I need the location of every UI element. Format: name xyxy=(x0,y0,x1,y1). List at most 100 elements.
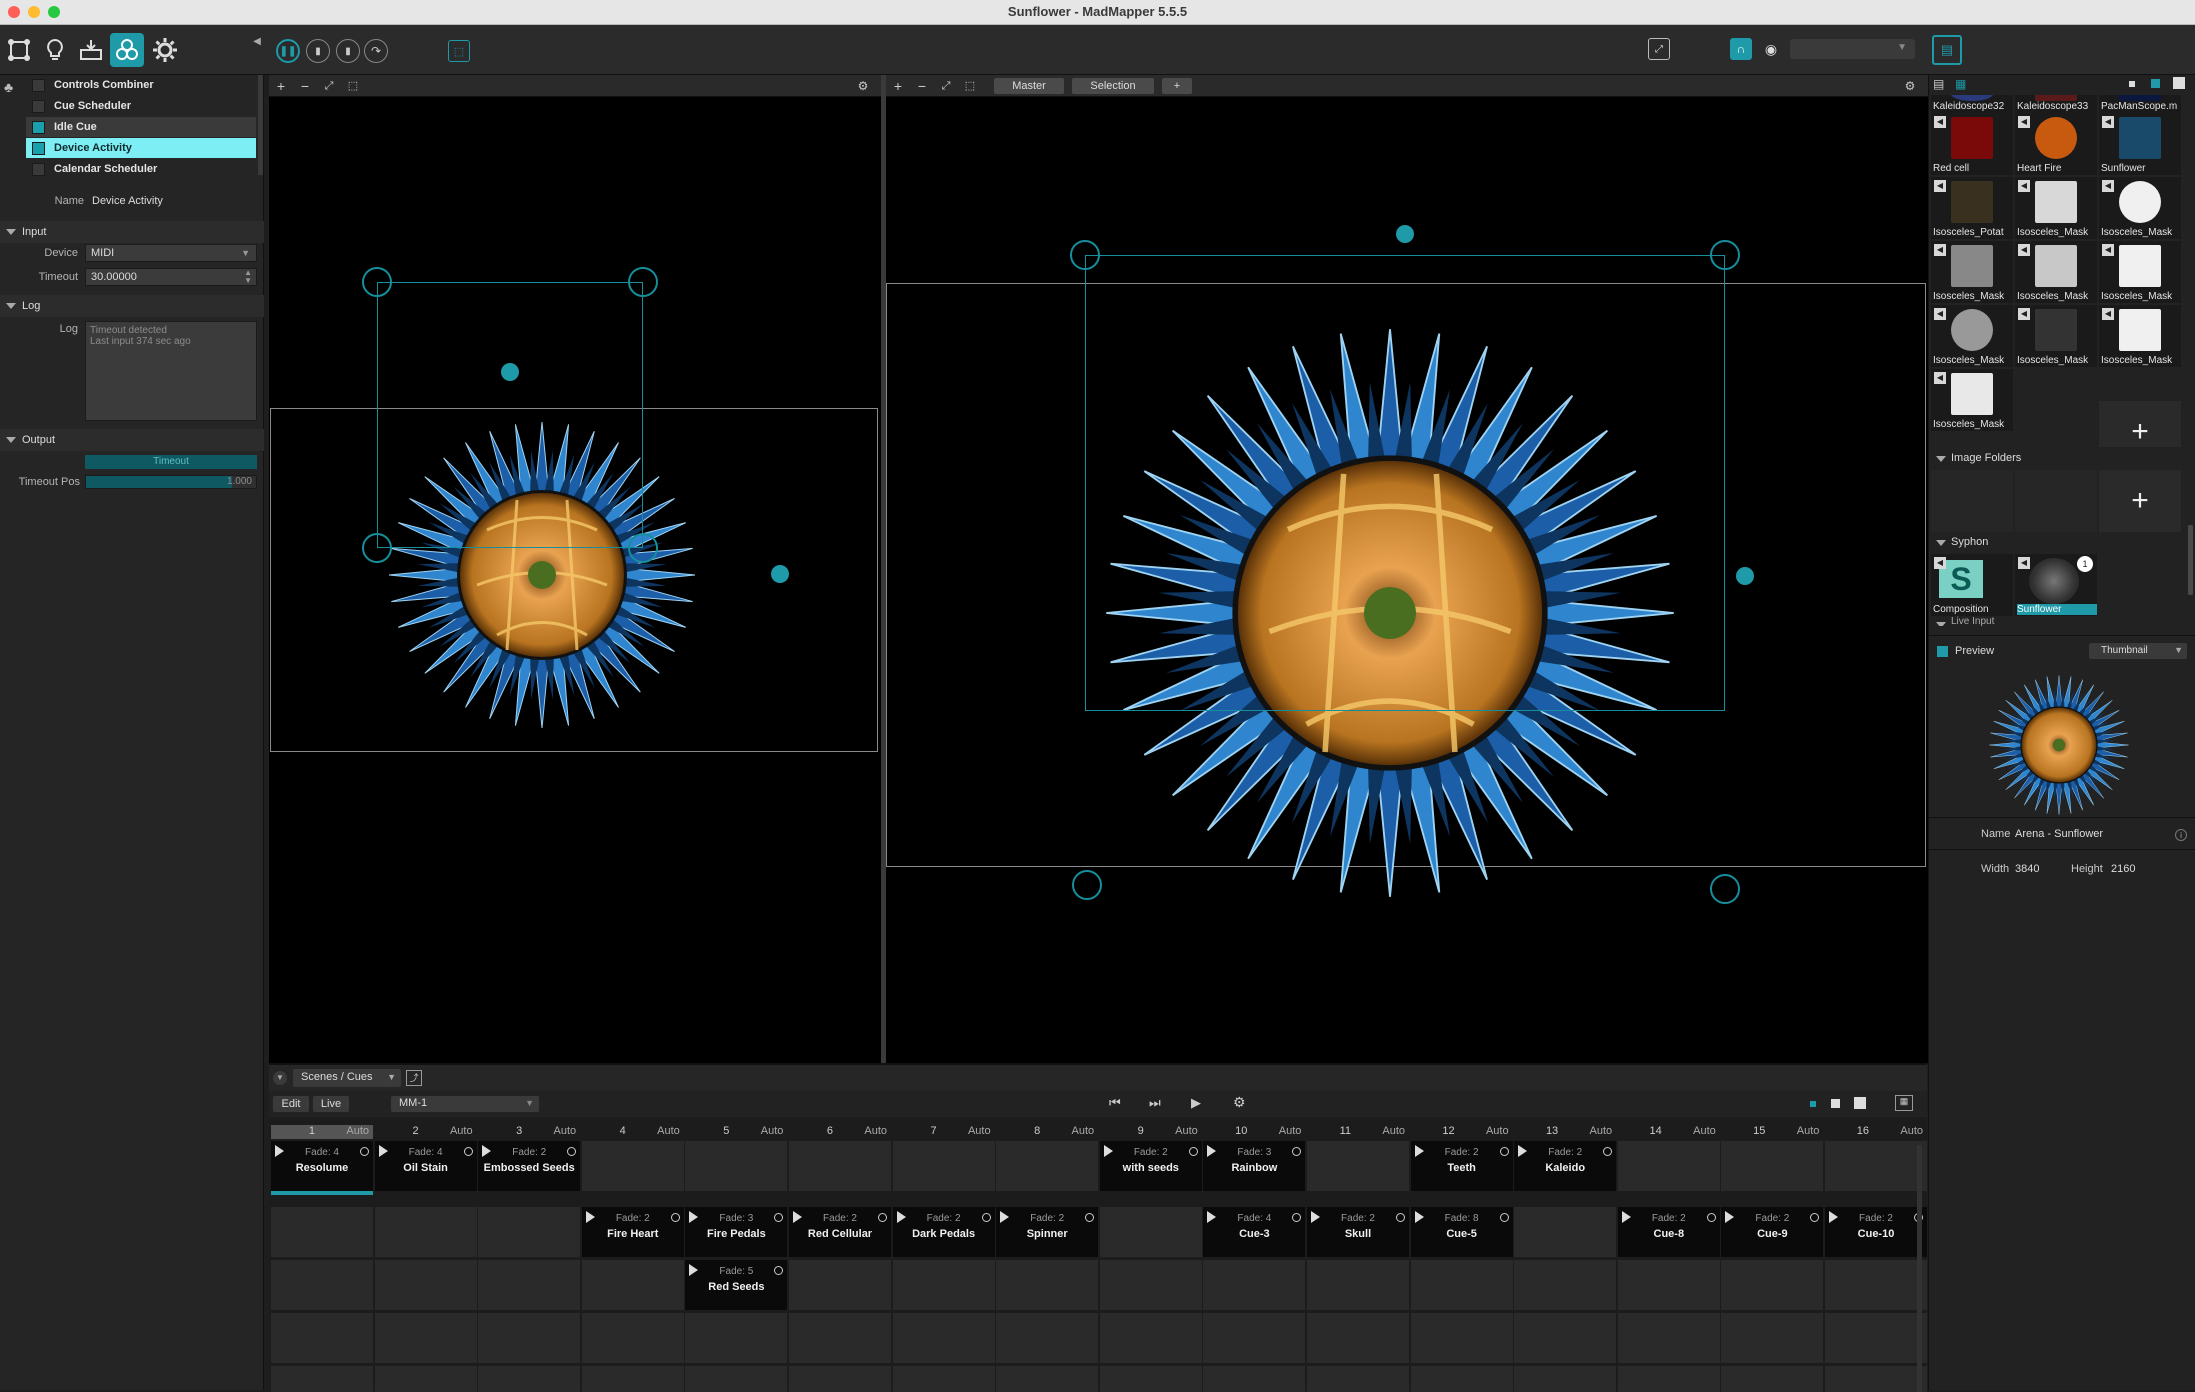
empty-cue-slot[interactable] xyxy=(892,1141,995,1191)
column-auto-toggle[interactable]: Auto xyxy=(346,1125,369,1137)
cue-column-header[interactable]: 15 Auto xyxy=(1721,1125,1823,1139)
module-item[interactable]: Calendar Scheduler xyxy=(26,159,256,179)
play-arrow-icon[interactable]: ◀ xyxy=(1934,244,1946,256)
cue-cell[interactable]: Fade: 4 Cue-3 xyxy=(1203,1207,1306,1257)
cue-column-header[interactable]: 4 Auto xyxy=(582,1125,684,1139)
empty-cue-slot[interactable] xyxy=(1825,1313,1927,1363)
stepper-icon[interactable]: ▲ ▼ xyxy=(244,269,252,285)
fit-view-icon[interactable]: ⤢ xyxy=(938,78,954,94)
empty-cue-slot[interactable] xyxy=(478,1313,581,1363)
empty-cue-slot[interactable] xyxy=(374,1260,477,1310)
play-arrow-icon[interactable]: ◀ xyxy=(1934,180,1946,192)
cue-cell[interactable]: Fade: 2 Red Cellular xyxy=(789,1207,891,1257)
timeout-pos-slider[interactable]: 1.000 xyxy=(85,475,257,489)
empty-cue-slot[interactable] xyxy=(581,1366,684,1392)
empty-cue-slot[interactable] xyxy=(271,1313,373,1363)
empty-cue-slot[interactable] xyxy=(1307,1141,1409,1191)
cue-options-icon[interactable] xyxy=(981,1213,991,1222)
large-cells-icon[interactable] xyxy=(1854,1097,1866,1109)
input-section-header[interactable]: Input xyxy=(0,221,264,243)
column-auto-toggle[interactable]: Auto xyxy=(761,1125,784,1137)
large-size-icon[interactable] xyxy=(2173,77,2185,89)
cue-column-header[interactable]: 10 Auto xyxy=(1203,1125,1305,1139)
empty-cue-slot[interactable] xyxy=(892,1313,995,1363)
modules-scrollbar[interactable] xyxy=(258,75,263,175)
medium-size-icon[interactable] xyxy=(2151,79,2160,88)
cue-cell[interactable]: Fade: 2 Fire Heart xyxy=(581,1207,684,1257)
play-arrow-icon[interactable]: ◀ xyxy=(1934,557,1946,569)
empty-cue-slot[interactable] xyxy=(1410,1313,1513,1363)
empty-cue-slot[interactable] xyxy=(1307,1366,1409,1392)
cue-cell[interactable]: Fade: 2 Cue-8 xyxy=(1617,1207,1720,1257)
tab-selection[interactable]: Selection xyxy=(1072,78,1154,94)
preview-checkbox[interactable] xyxy=(1937,646,1948,657)
empty-cue-slot[interactable] xyxy=(685,1366,788,1392)
corner-handle[interactable] xyxy=(628,267,658,297)
empty-cue-slot[interactable] xyxy=(374,1313,477,1363)
play-arrow-icon[interactable]: ◀ xyxy=(2102,116,2114,128)
play-arrow-icon[interactable]: ◀ xyxy=(2102,308,2114,320)
column-auto-toggle[interactable]: Auto xyxy=(1590,1125,1613,1137)
medium-cells-icon[interactable] xyxy=(1831,1099,1840,1108)
library-scrollbar[interactable] xyxy=(2188,525,2193,595)
media-thumb[interactable]: ◀ Red cell xyxy=(1931,113,2013,175)
play-icon[interactable]: ▶ xyxy=(1191,1095,1201,1111)
empty-cue-slot[interactable] xyxy=(1617,1366,1720,1392)
rotate-handle-icon[interactable] xyxy=(771,565,789,583)
empty-cue-slot[interactable] xyxy=(1825,1366,1927,1392)
lightbulb-icon[interactable] xyxy=(38,33,72,67)
live-input-header[interactable]: Live Input xyxy=(1929,616,2195,626)
empty-cue-slot[interactable] xyxy=(1203,1313,1306,1363)
settings-gear-icon[interactable] xyxy=(148,33,182,67)
info-icon[interactable]: i xyxy=(2175,829,2187,841)
corner-handle[interactable] xyxy=(1710,240,1740,270)
loop-icon[interactable]: ↷ xyxy=(364,39,388,63)
cue-cell[interactable]: Fade: 2 with seeds xyxy=(1099,1141,1202,1191)
empty-cue-slot[interactable] xyxy=(581,1313,684,1363)
cue-column-header[interactable]: 11 Auto xyxy=(1307,1125,1409,1139)
column-auto-toggle[interactable]: Auto xyxy=(1486,1125,1509,1137)
empty-cue-slot[interactable] xyxy=(1721,1260,1824,1310)
empty-cue-slot[interactable] xyxy=(1825,1260,1927,1310)
frame-icon[interactable]: ⬚ xyxy=(962,78,978,94)
column-auto-toggle[interactable]: Auto xyxy=(1279,1125,1302,1137)
media-thumb[interactable]: Kaleidoscope32 xyxy=(1931,95,2013,113)
log-textarea[interactable]: Timeout detected Last input 374 sec ago xyxy=(85,321,257,421)
cue-options-icon[interactable] xyxy=(1499,1213,1509,1222)
empty-cue-slot[interactable] xyxy=(478,1366,581,1392)
media-thumb[interactable]: PacManScope.m xyxy=(2099,95,2181,113)
cue-column-header[interactable]: 14 Auto xyxy=(1618,1125,1720,1139)
play-arrow-icon[interactable]: ◀ xyxy=(2018,244,2030,256)
cue-options-icon[interactable] xyxy=(878,1213,887,1222)
log-section-header[interactable]: Log xyxy=(0,295,264,317)
rotate-handle-icon[interactable] xyxy=(1736,567,1754,585)
column-auto-toggle[interactable]: Auto xyxy=(1072,1125,1095,1137)
empty-cue-slot[interactable] xyxy=(1203,1366,1306,1392)
media-thumb[interactable]: ◀ Heart Fire xyxy=(2015,113,2097,175)
empty-cue-slot[interactable] xyxy=(1099,1260,1202,1310)
empty-cue-slot[interactable] xyxy=(996,1141,1099,1191)
empty-cue-slot[interactable] xyxy=(996,1260,1099,1310)
media-thumb[interactable]: Kaleidoscope33 xyxy=(2015,95,2097,113)
small-size-icon[interactable] xyxy=(2129,81,2135,87)
stop-icon[interactable]: ▮ xyxy=(306,39,330,63)
zoom-out-icon[interactable]: − xyxy=(914,78,930,94)
timeout-input[interactable]: 30.00000 ▲ ▼ xyxy=(85,268,257,286)
empty-cue-slot[interactable] xyxy=(1721,1366,1824,1392)
module-item-selected[interactable]: Device Activity xyxy=(26,138,256,158)
media-thumb-composition[interactable]: S ◀ Composition xyxy=(1931,554,2013,616)
empty-cue-slot[interactable] xyxy=(789,1260,891,1310)
cue-cell[interactable]: Fade: 2 Embossed Seeds xyxy=(478,1141,581,1191)
empty-cue-slot[interactable] xyxy=(271,1366,373,1392)
page-select[interactable]: MM-1 ▼ xyxy=(391,1096,539,1112)
next-cue-icon[interactable]: ⏭ xyxy=(1149,1095,1161,1111)
module-checkbox[interactable] xyxy=(32,79,45,92)
magnet-icon[interactable]: ∩ xyxy=(1730,38,1752,60)
cue-column-header[interactable]: 6 Auto xyxy=(789,1125,891,1139)
grid-view-icon[interactable]: ▦ xyxy=(1955,77,1971,93)
edit-button[interactable]: Edit xyxy=(273,1096,309,1112)
column-auto-toggle[interactable]: Auto xyxy=(968,1125,991,1137)
corner-handle[interactable] xyxy=(362,533,392,563)
column-auto-toggle[interactable]: Auto xyxy=(1175,1125,1198,1137)
module-checkbox[interactable] xyxy=(32,163,45,176)
